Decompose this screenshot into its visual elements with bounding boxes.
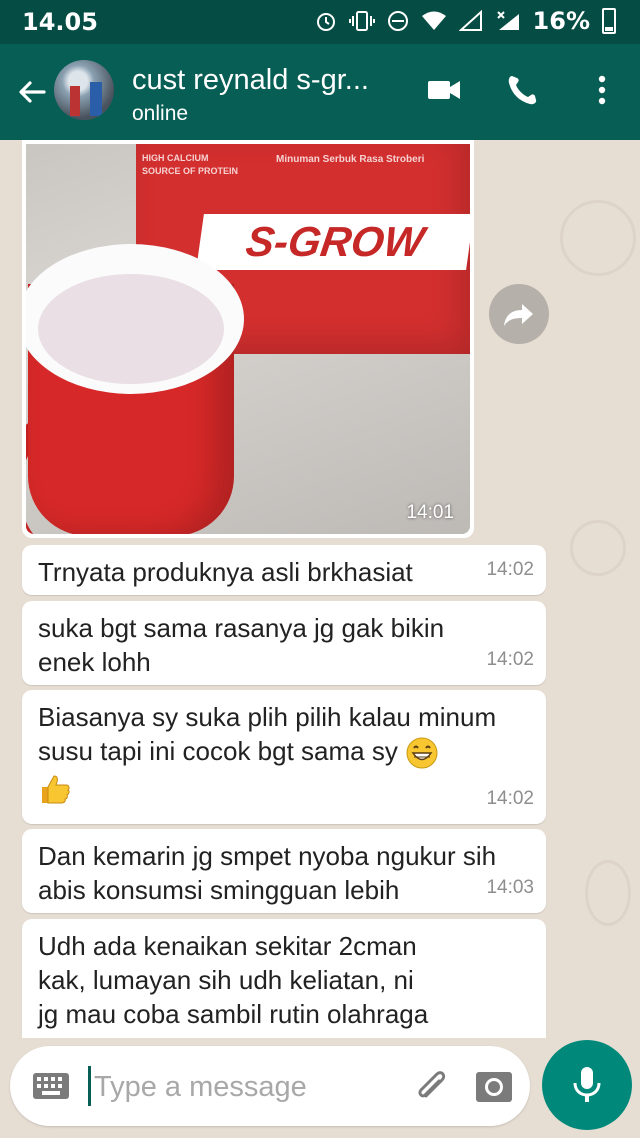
message-time: 14:01 [406,502,454,523]
message-bubble[interactable]: Udh ada kenaikan sekitar 2cman kak, luma… [22,919,546,1038]
message-text: Dan kemarin jg smpet nyoba ngukur sih ab… [38,841,497,905]
message-text: Trnyata produknya asli brkhasiat [38,557,413,587]
signal-x-icon [496,11,519,30]
status-icons: 16% [315,7,616,35]
message-bubble[interactable]: Trnyata produknya asli brkhasiat 14:02 [22,545,546,595]
keyboard-icon[interactable] [32,1072,70,1100]
forward-button[interactable] [489,284,549,344]
mug [26,244,256,534]
more-vert-icon[interactable] [582,70,622,110]
message-time: 14:03 [486,877,534,898]
message-photo[interactable]: HIGH CALCIUM SOURCE OF PROTEIN Minuman S… [26,144,470,534]
mic-icon [573,1067,601,1102]
message-time: 14:02 [486,788,534,809]
forward-icon [504,304,533,326]
grinning-face-icon [406,737,438,769]
do-not-disturb-icon [387,11,408,31]
message-text: suka bgt sama rasanya jg gak bikin enek … [38,613,445,677]
vibrate-icon [348,11,375,31]
camera-icon[interactable] [474,1066,514,1106]
wifi-icon [421,11,446,30]
alarm-icon [316,13,335,31]
status-bar: 14.05 16% [0,0,640,44]
contact-status: online [132,102,189,125]
status-time: 14.05 [22,8,98,36]
text-cursor [88,1066,91,1106]
message-bubble[interactable]: Dan kemarin jg smpet nyoba ngukur sih ab… [22,829,546,913]
battery-icon [602,8,616,34]
message-time: 14:02 [486,559,534,580]
signal-icon [458,10,482,31]
video-call-icon[interactable] [424,70,464,110]
product-badge: HIGH CALCIUM SOURCE OF PROTEIN [142,153,239,176]
message-bubble[interactable]: suka bgt sama rasanya jg gak bikin enek … [22,601,546,685]
product-subtitle: Minuman Serbuk Rasa Stroberi [276,154,425,165]
phone-icon[interactable] [502,70,542,110]
avatar[interactable] [54,60,114,120]
wallpaper-doodle [560,200,636,276]
wallpaper-doodle [570,520,626,576]
wallpaper-doodle [585,860,631,926]
battery-percent: 16% [532,7,590,35]
thumbs-up-icon [42,775,70,804]
message-input[interactable] [92,1064,416,1110]
message-text: Udh ada kenaikan sekitar 2cman kak, luma… [38,931,429,1029]
message-time: 14:02 [486,649,534,670]
contact-name[interactable]: cust reynald s-gr... [132,64,369,97]
chat-area[interactable]: HIGH CALCIUM SOURCE OF PROTEIN Minuman S… [0,140,640,1038]
mic-button[interactable] [542,1040,632,1130]
message-text: Biasanya sy suka plih pilih kalau minum … [38,700,534,770]
image-message[interactable]: HIGH CALCIUM SOURCE OF PROTEIN Minuman S… [22,140,474,538]
attach-icon[interactable] [412,1066,452,1106]
chat-header: cust reynald s-gr... online [0,44,640,140]
message-composer [10,1046,530,1126]
message-bubble[interactable]: Biasanya sy suka plih pilih kalau minum … [22,690,546,824]
back-arrow-icon[interactable] [14,74,50,110]
